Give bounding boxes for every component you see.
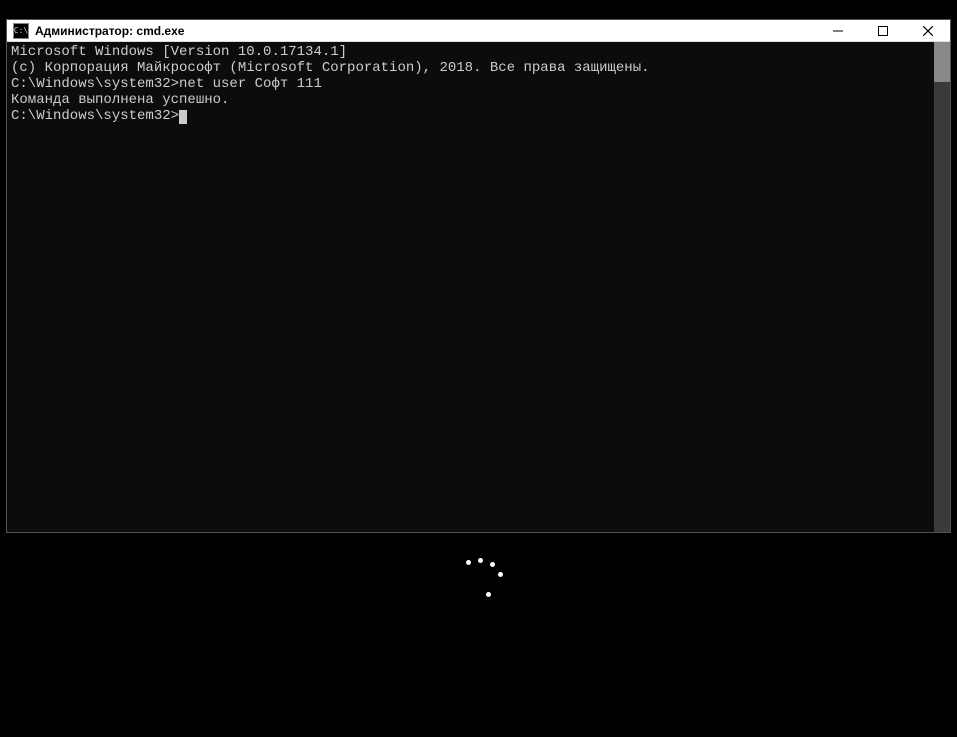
close-button[interactable] <box>905 20 950 41</box>
text-cursor <box>179 110 187 124</box>
console-output[interactable]: Microsoft Windows [Version 10.0.17134.1]… <box>7 42 934 532</box>
cmd-window: C:\ Администратор: cmd.exe Microsoft Win… <box>6 19 951 533</box>
console-area: Microsoft Windows [Version 10.0.17134.1]… <box>7 42 950 532</box>
titlebar[interactable]: C:\ Администратор: cmd.exe <box>7 20 950 42</box>
console-line: Команда выполнена успешно. <box>11 92 930 108</box>
spinner-dot <box>498 572 503 577</box>
vertical-scrollbar[interactable] <box>934 42 950 532</box>
spinner-dot <box>466 560 471 565</box>
scrollbar-thumb[interactable] <box>934 42 950 82</box>
spinner-dot <box>478 558 483 563</box>
spinner-dot <box>486 592 491 597</box>
console-line: (c) Корпорация Майкрософт (Microsoft Cor… <box>11 60 930 76</box>
spinner-dot <box>490 562 495 567</box>
minimize-button[interactable] <box>815 20 860 41</box>
maximize-icon <box>878 26 888 36</box>
maximize-button[interactable] <box>860 20 905 41</box>
cmd-icon: C:\ <box>13 23 29 39</box>
console-line: C:\Windows\system32> <box>11 108 930 124</box>
console-line: C:\Windows\system32>net user Софт 111 <box>11 76 930 92</box>
window-title: Администратор: cmd.exe <box>35 24 184 38</box>
window-controls <box>815 20 950 41</box>
close-icon <box>923 26 933 36</box>
console-line: Microsoft Windows [Version 10.0.17134.1] <box>11 44 930 60</box>
minimize-icon <box>833 26 843 36</box>
